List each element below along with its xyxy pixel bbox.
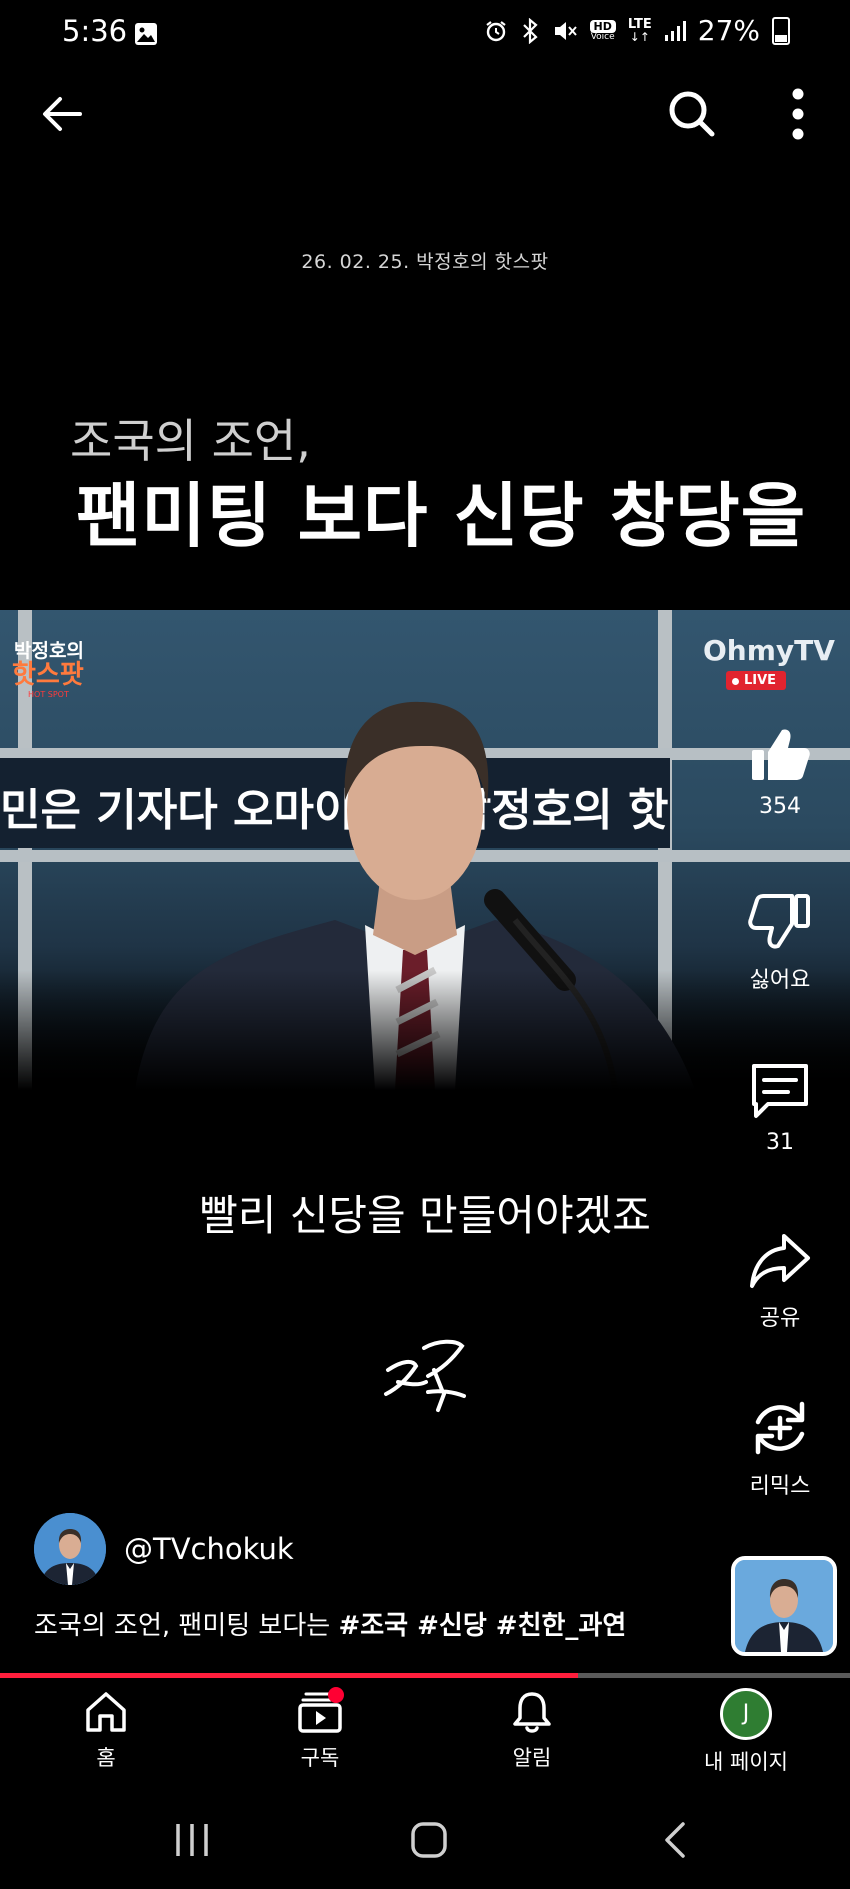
program-logo-sub: HOT SPOT xyxy=(28,690,69,699)
program-logo-main: 핫스팟 xyxy=(12,660,84,690)
video-fade xyxy=(0,970,850,1090)
like-button[interactable]: 354 xyxy=(730,722,830,819)
thumbs-up-icon xyxy=(752,729,810,780)
lte-icon: LTE ↓↑ xyxy=(627,17,652,44)
gallery-icon xyxy=(135,23,157,45)
share-button[interactable]: 공유 xyxy=(730,1228,830,1332)
remix-button[interactable]: 리믹스 xyxy=(730,1396,830,1500)
nav-subscriptions-label: 구독 xyxy=(300,1746,340,1770)
back-arrow-icon xyxy=(43,97,82,131)
recent-apps-icon xyxy=(176,1824,208,1856)
status-icons: HD Voice LTE ↓↑ 27% xyxy=(484,14,790,47)
video-subtitle: 빨리 신당을 만들어야겠죠 xyxy=(199,1191,651,1240)
video-frame: 민은 기자다 오마이뉴스 박정호의 핫 박정호의 핫스팟 HOT SPOT Oh… xyxy=(0,610,850,1090)
back-button[interactable] xyxy=(36,86,92,142)
sound-source-thumbnail[interactable] xyxy=(731,1556,837,1656)
signature-logo xyxy=(384,1339,466,1412)
notification-dot xyxy=(328,1687,344,1703)
thumbs-down-icon xyxy=(748,894,810,949)
video-hashtags[interactable]: #조국 #신당 #친한_과연 xyxy=(338,1611,626,1641)
search-icon xyxy=(669,91,715,137)
more-options-button[interactable] xyxy=(770,84,826,144)
live-badge: LIVE xyxy=(726,671,787,690)
hd-voice-icon: HD Voice xyxy=(589,19,616,42)
like-count: 354 xyxy=(759,794,801,819)
remix-icon xyxy=(755,1401,805,1455)
back-chevron-icon xyxy=(665,1822,685,1858)
dislike-button[interactable]: 싫어요 xyxy=(730,890,830,994)
search-button[interactable] xyxy=(664,86,720,142)
bluetooth-icon xyxy=(522,17,538,44)
video-date-caption: 26. 02. 25. 박정호의 핫스팟 xyxy=(301,251,549,273)
system-home-button[interactable] xyxy=(409,1820,449,1860)
nav-my-page[interactable]: J 내 페이지 xyxy=(676,1688,816,1776)
share-arrow-icon xyxy=(750,1234,810,1288)
share-label: 공유 xyxy=(759,1306,801,1331)
channel-handle[interactable]: @TVchokuk xyxy=(124,1532,294,1566)
home-icon xyxy=(86,1692,126,1732)
system-back-button[interactable] xyxy=(655,1820,695,1860)
signal-icon xyxy=(664,20,686,41)
comment-count: 31 xyxy=(766,1130,794,1155)
remix-label: 리믹스 xyxy=(749,1474,811,1499)
nav-subscriptions[interactable]: 구독 xyxy=(250,1688,390,1772)
recent-apps-button[interactable] xyxy=(172,1820,212,1860)
nav-my-page-label: 내 페이지 xyxy=(704,1750,788,1774)
mute-icon xyxy=(554,21,577,40)
more-vertical-icon xyxy=(792,88,804,140)
video-title-text: 조국의 조언, 팬미팅 보다는 xyxy=(34,1611,339,1641)
nav-home[interactable]: 홈 xyxy=(36,1688,176,1772)
video-progress-fill xyxy=(0,1673,578,1678)
comment-icon xyxy=(752,1064,808,1118)
nav-home-label: 홈 xyxy=(96,1746,116,1770)
battery-icon xyxy=(772,16,790,45)
video-title[interactable]: 조국의 조언, 팬미팅 보다는 #조국 #신당 #친한_과연 xyxy=(34,1605,626,1642)
bell-icon xyxy=(513,1692,551,1733)
alarm-icon xyxy=(485,20,506,41)
comments-button[interactable]: 31 xyxy=(730,1058,830,1155)
user-avatar: J xyxy=(720,1688,772,1740)
home-square-icon xyxy=(411,1822,447,1858)
nav-notifications[interactable]: 알림 xyxy=(462,1688,602,1772)
channel-avatar[interactable] xyxy=(34,1513,106,1585)
video-headline-big: 팬미팅 보다 신당 창당을 xyxy=(76,475,807,557)
broadcaster-logo: OhmyTV xyxy=(703,634,835,667)
battery-percent: 27% xyxy=(697,14,760,47)
dislike-label: 싫어요 xyxy=(749,968,811,993)
nav-notifications-label: 알림 xyxy=(512,1746,552,1770)
status-time: 5:36 xyxy=(62,14,128,48)
